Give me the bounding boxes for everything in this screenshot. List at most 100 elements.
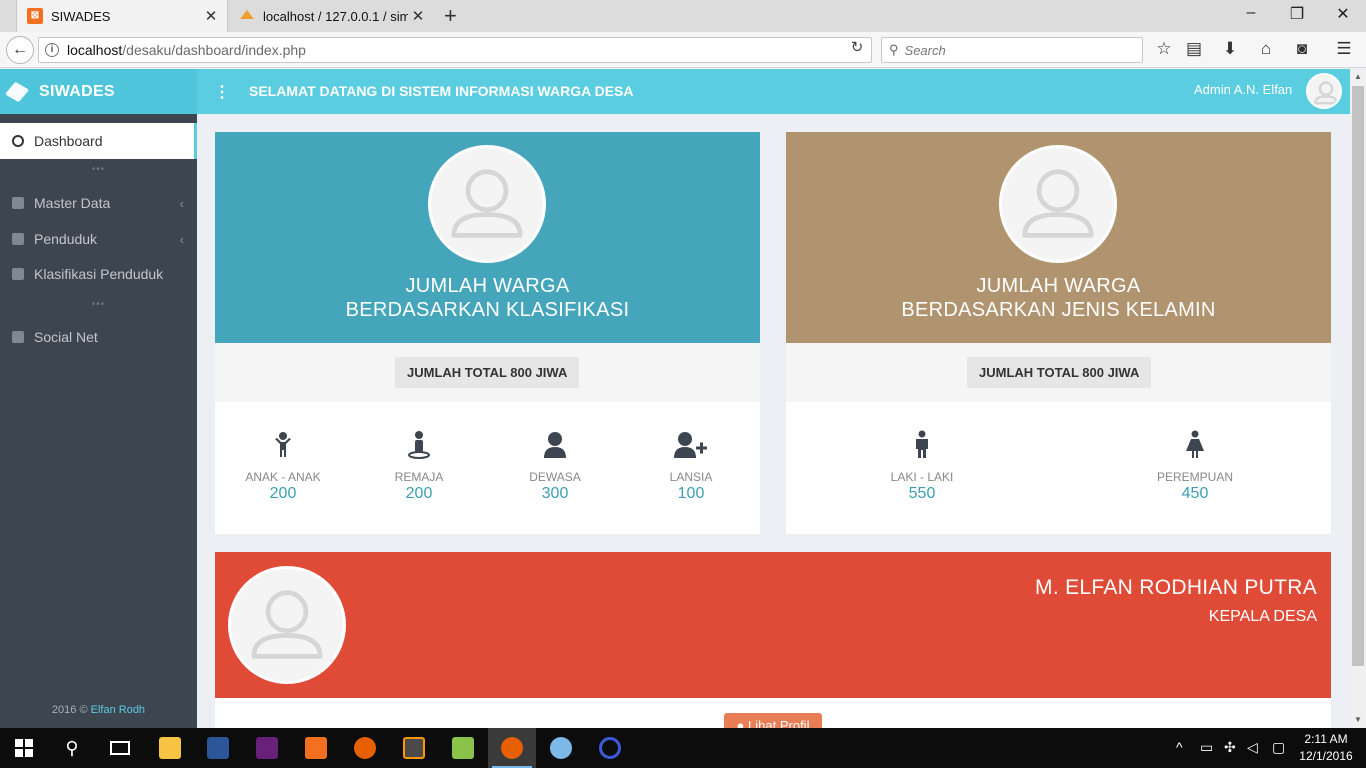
panel-title: JUMLAH WARGA BERDASARKAN KLASIFIKASI xyxy=(215,274,760,322)
search-icon[interactable]: ⚲ xyxy=(48,728,96,768)
xampp-icon[interactable] xyxy=(292,728,340,768)
tab-siwades[interactable]: ⊠ SIWADES ✕ xyxy=(16,0,228,32)
user-icon: ● xyxy=(736,718,745,728)
sidebar-footer: 2016 © Elfan Rodh xyxy=(0,704,197,716)
stat-value: 100 xyxy=(677,485,705,502)
sidebar-item-label: Social Net xyxy=(34,329,98,345)
close-tab-icon[interactable]: ✕ xyxy=(201,7,221,25)
app-header: SIWADES ⋮ SELAMAT DATANG DI SISTEM INFOR… xyxy=(0,69,1350,114)
reload-icon[interactable]: ↻ xyxy=(842,38,872,56)
avatar xyxy=(228,566,346,684)
sidebar-item-master-data[interactable]: Master Data ‹ xyxy=(0,185,197,221)
profile-card-header: M. ELFAN RODHIAN PUTRA KEPALA DESA xyxy=(215,552,1331,698)
klasifikasi-panel: JUMLAH WARGA BERDASARKAN KLASIFIKASI JUM… xyxy=(215,132,760,534)
teen-icon xyxy=(408,431,430,459)
start-icon xyxy=(15,739,33,757)
home-icon xyxy=(12,197,24,209)
pocket-icon[interactable]: ◙ xyxy=(1290,39,1314,59)
view-profile-button[interactable]: ● Lihat Profil xyxy=(724,713,822,728)
scroll-up-icon[interactable]: ▲ xyxy=(1350,69,1366,85)
stat-value: 300 xyxy=(541,485,569,502)
browser-tab-bar: ⊠ SIWADES ✕ localhost / 127.0.0.1 / sim…… xyxy=(0,0,1366,32)
notepad-icon[interactable] xyxy=(439,728,487,768)
chevron-up-icon[interactable]: ^ xyxy=(1176,739,1183,755)
footer-author-link[interactable]: Elfan Rodh xyxy=(91,704,145,716)
download-icon[interactable]: ⬇ xyxy=(1218,39,1242,59)
search-icon: ⚲ xyxy=(889,42,899,57)
back-button[interactable]: ← xyxy=(6,36,34,64)
stat-value: 200 xyxy=(405,485,433,502)
close-tab-icon[interactable]: ✕ xyxy=(408,7,428,25)
windows-taskbar: ⚲ ^ ▭ ✣ ◁ ▢ 2:11 AM 12/1/2016 xyxy=(0,728,1366,768)
sidebar-item-dashboard[interactable]: Dashboard xyxy=(0,123,197,159)
klasifikasi-panel-header: JUMLAH WARGA BERDASARKAN KLASIFIKASI xyxy=(215,132,760,343)
chevron-left-icon: ‹ xyxy=(179,231,184,247)
url-host: localhost xyxy=(67,42,123,58)
sidebar-item-label: Master Data xyxy=(34,195,111,211)
welcome-text: SELAMAT DATANG DI SISTEM INFORMASI WARGA… xyxy=(249,83,634,99)
new-tab-button[interactable]: + xyxy=(444,3,457,29)
brand[interactable]: SIWADES xyxy=(0,69,197,114)
sidebar-item-label: Penduduk xyxy=(34,231,98,247)
notification-icon[interactable]: ▢ xyxy=(1272,739,1285,756)
user-avatar[interactable] xyxy=(1306,73,1342,109)
child-icon xyxy=(275,432,291,457)
menu-separator: ••• xyxy=(91,164,106,175)
stat-label: DEWASA xyxy=(529,470,581,484)
reading-list-icon[interactable]: ▤ xyxy=(1182,39,1206,59)
share-icon xyxy=(12,331,24,343)
volume-icon[interactable]: ◁ xyxy=(1247,739,1258,756)
firefox-active-icon[interactable] xyxy=(488,728,536,768)
network-icon[interactable]: ✣ xyxy=(1224,739,1236,756)
clock-time: 2:11 AM xyxy=(1304,732,1348,746)
profile-card: M. ELFAN RODHIAN PUTRA KEPALA DESA ● Lih… xyxy=(215,552,1331,728)
phpmyadmin-icon xyxy=(239,8,255,24)
adult-icon xyxy=(544,432,566,458)
restore-icon[interactable]: ❐ xyxy=(1274,4,1320,24)
info-icon[interactable]: i xyxy=(45,43,59,57)
footer-copyright: 2016 © xyxy=(51,704,88,716)
bookmark-star-icon[interactable]: ☆ xyxy=(1152,39,1176,59)
url-bar[interactable]: i localhost/desaku/dashboard/index.php xyxy=(38,37,872,63)
tab-phpmyadmin[interactable]: localhost / 127.0.0.1 / sim… ✕ xyxy=(229,0,434,32)
page-scrollbar[interactable]: ▲ ▼ xyxy=(1350,69,1366,728)
stat-label: REMAJA xyxy=(394,470,444,484)
sidebar-item-social-net[interactable]: Social Net xyxy=(0,319,197,355)
sidebar-item-klasifikasi[interactable]: Klasifikasi Penduduk xyxy=(0,256,197,292)
clock[interactable]: 2:11 AM 12/1/2016 xyxy=(1298,731,1354,765)
jenis-kelamin-panel-header: JUMLAH WARGA BERDASARKAN JENIS KELAMIN xyxy=(786,132,1331,343)
start-button[interactable] xyxy=(0,728,48,768)
panel-title-line2: BERDASARKAN JENIS KELAMIN xyxy=(901,299,1216,321)
word-icon[interactable] xyxy=(194,728,242,768)
scroll-thumb[interactable] xyxy=(1352,86,1364,666)
app-icon[interactable] xyxy=(586,728,634,768)
browser-nav-bar: ← i localhost/desaku/dashboard/index.php… xyxy=(0,32,1366,68)
task-view-icon[interactable] xyxy=(96,728,144,768)
firefox-icon[interactable] xyxy=(341,728,389,768)
file-explorer-icon[interactable] xyxy=(146,728,194,768)
search-placeholder: Search xyxy=(904,42,946,58)
sidebar-item-penduduk[interactable]: Penduduk ‹ xyxy=(0,221,197,257)
paint-icon[interactable] xyxy=(537,728,585,768)
sidebar-toggle-icon[interactable]: ⋮ xyxy=(214,82,230,102)
sublime-text-icon[interactable] xyxy=(390,728,438,768)
minimize-icon[interactable]: – xyxy=(1228,4,1274,22)
home-icon[interactable]: ⌂ xyxy=(1254,39,1278,59)
user-placeholder-icon xyxy=(451,169,523,238)
menu-icon[interactable]: ☰ xyxy=(1332,39,1356,59)
user-name[interactable]: Admin A.N. Elfan xyxy=(1194,82,1292,97)
panel-title-line1: JUMLAH WARGA xyxy=(405,275,570,297)
panel-title-line1: JUMLAH WARGA xyxy=(976,275,1141,297)
tab-title: SIWADES xyxy=(51,8,111,24)
visual-studio-icon[interactable] xyxy=(243,728,291,768)
user-placeholder-icon xyxy=(1022,169,1094,238)
stat-label: PEREMPUAN xyxy=(1156,470,1233,484)
stat-lansia: LANSIA 100 xyxy=(636,430,746,503)
search-input[interactable]: ⚲ Search xyxy=(881,37,1143,63)
stat-dewasa: DEWASA 300 xyxy=(500,430,610,503)
battery-icon[interactable]: ▭ xyxy=(1200,739,1213,756)
scroll-down-icon[interactable]: ▼ xyxy=(1350,712,1366,728)
stat-label: LAKI - LAKI xyxy=(890,470,954,484)
close-window-icon[interactable]: ✕ xyxy=(1320,4,1366,24)
user-placeholder-icon xyxy=(251,590,323,659)
